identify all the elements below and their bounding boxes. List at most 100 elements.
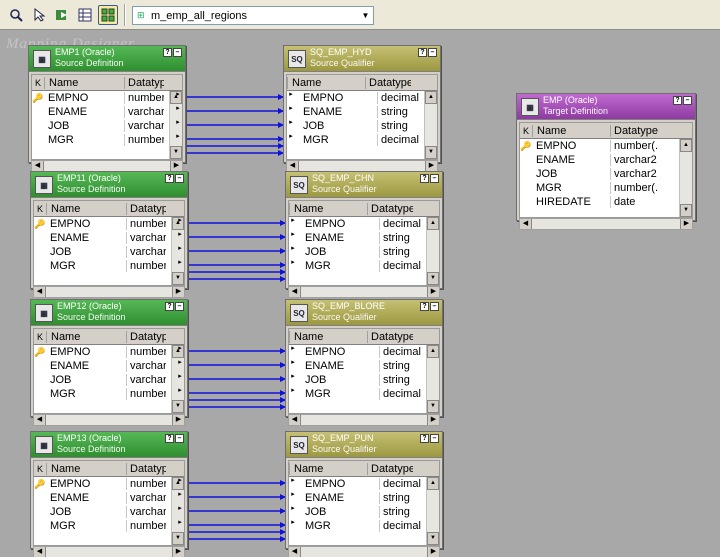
scroll-left-icon[interactable]: ◀	[289, 415, 301, 425]
port-row[interactable]: MGR decimal	[289, 259, 439, 273]
horizontal-scrollbar[interactable]: ◀ ▶	[288, 286, 440, 298]
port-arrow-icon[interactable]: ▸	[172, 89, 184, 103]
port-row[interactable]: MGR number(...	[34, 519, 184, 533]
port-arrow-icon[interactable]: ▸	[287, 371, 299, 385]
port-row[interactable]: JOB string	[289, 245, 439, 259]
help-icon[interactable]: ?	[673, 96, 682, 105]
port-grid[interactable]: KNameDatatype🔑EMPNOnumber(...ENAMEvarcha…	[31, 74, 183, 160]
scroll-left-icon[interactable]: ◀	[287, 161, 299, 171]
datatype-column-header[interactable]: Datatype	[610, 124, 658, 137]
sq-transformation[interactable]: SQ SQ_EMP_PUN Source Qualifier? – Name Dataty…	[285, 431, 443, 557]
title-bar[interactable]: SQ SQ_EMP_HYD Source Qualifier? –	[284, 46, 440, 72]
title-bar[interactable]: ▦ EMP13 (Oracle) Source Definition? –	[31, 432, 187, 458]
title-bar[interactable]: SQ SQ_EMP_PUN Source Qualifier? –	[286, 432, 442, 458]
port-arrow-icon[interactable]: ▸	[174, 475, 186, 489]
port-row[interactable]: ENAME varchar2	[34, 491, 184, 505]
port-row[interactable]: MGR number(...	[32, 133, 182, 147]
scroll-left-icon[interactable]: ◀	[34, 415, 46, 425]
chevron-down-icon[interactable]: ▼	[358, 7, 373, 24]
grid-icon[interactable]	[75, 5, 95, 25]
datatype-column-header[interactable]: Datatype	[365, 76, 411, 89]
vertical-scrollbar[interactable]: ▲ ▼	[426, 345, 439, 413]
scroll-right-icon[interactable]: ▶	[172, 415, 184, 425]
port-row[interactable]: JOB varchar2	[34, 245, 184, 259]
port-arrow-icon[interactable]: ▸	[287, 503, 299, 517]
port-row[interactable]: 🔑 EMPNO number(...	[32, 91, 182, 105]
port-arrow-icon[interactable]: ▸	[287, 517, 299, 531]
title-bar[interactable]: ▦ EMP12 (Oracle) Source Definition? –	[31, 300, 187, 326]
datatype-column-header[interactable]: Datatype	[367, 330, 413, 343]
scroll-right-icon[interactable]: ▶	[170, 161, 182, 171]
name-column-header[interactable]: Name	[46, 330, 126, 343]
src-transformation[interactable]: ▦ EMP12 (Oracle) Source Definition? – K Name D…	[30, 299, 188, 426]
port-arrow-icon[interactable]: ▸	[174, 243, 186, 257]
find-icon[interactable]	[6, 5, 26, 25]
port-grid[interactable]: Name Datatype EMPNO decimal ENAME string JOB st…	[288, 460, 440, 546]
port-arrow-icon[interactable]: ▸	[174, 357, 186, 371]
port-row[interactable]: ENAME string	[289, 231, 439, 245]
port-arrow-icon[interactable]: ▸	[285, 131, 297, 145]
datatype-column-header[interactable]: Datatype	[126, 462, 166, 475]
horizontal-scrollbar[interactable]: ◀ ▶	[288, 414, 440, 426]
port-arrow-icon[interactable]: ▸	[287, 343, 299, 357]
port-row[interactable]: ENAME varchar2	[520, 153, 692, 167]
horizontal-scrollbar[interactable]: ◀ ▶	[33, 414, 185, 426]
port-row[interactable]: JOB varchar2	[34, 505, 184, 519]
scroll-left-icon[interactable]: ◀	[289, 547, 301, 557]
port-row[interactable]: JOB varchar2	[520, 167, 692, 181]
scroll-up-icon[interactable]: ▲	[427, 345, 439, 358]
port-grid[interactable]: KNameDatatype🔑EMPNOnumber(...ENAMEvarcha…	[33, 200, 185, 286]
scroll-left-icon[interactable]: ◀	[34, 287, 46, 297]
port-row[interactable]: MGR number(...	[34, 259, 184, 273]
port-grid[interactable]: KNameDatatype🔑EMPNOnumber(...ENAMEvarcha…	[33, 328, 185, 414]
port-row[interactable]: MGR number(...	[34, 387, 184, 401]
port-row[interactable]: ENAME string	[289, 491, 439, 505]
port-arrow-icon[interactable]: ▸	[287, 243, 299, 257]
port-arrow-icon[interactable]: ▸	[174, 215, 186, 229]
port-row[interactable]: ENAME varchar2	[34, 231, 184, 245]
title-bar[interactable]: SQ SQ_EMP_BLORE Source Qualifier? –	[286, 300, 442, 326]
scroll-left-icon[interactable]: ◀	[289, 287, 301, 297]
port-row[interactable]: ENAME varchar2	[32, 105, 182, 119]
minimize-icon[interactable]: –	[430, 302, 439, 311]
name-column-header[interactable]: Name	[44, 76, 124, 89]
horizontal-scrollbar[interactable]: ◀ ▶	[288, 546, 440, 557]
port-row[interactable]: HIREDATE date	[520, 195, 692, 209]
vertical-scrollbar[interactable]: ▲ ▼	[424, 91, 437, 159]
scroll-down-icon[interactable]: ▼	[172, 272, 184, 285]
scroll-down-icon[interactable]: ▼	[427, 400, 439, 413]
sq-transformation[interactable]: SQ SQ_EMP_BLORE Source Qualifier? – Name Data…	[285, 299, 443, 426]
minimize-icon[interactable]: –	[175, 174, 184, 183]
zoom-icon[interactable]	[98, 5, 118, 25]
sq-transformation[interactable]: SQ SQ_EMP_HYD Source Qualifier? – Name Dataty…	[283, 45, 441, 172]
horizontal-scrollbar[interactable]: ◀ ▶	[33, 546, 185, 557]
port-arrow-icon[interactable]: ▸	[287, 357, 299, 371]
horizontal-scrollbar[interactable]: ◀ ▶	[33, 286, 185, 298]
name-column-header[interactable]: Name	[289, 462, 367, 475]
minimize-icon[interactable]: –	[428, 48, 437, 57]
port-arrow-icon[interactable]: ▸	[172, 103, 184, 117]
title-bar[interactable]: ▦ EMP11 (Oracle) Source Definition? –	[31, 172, 187, 198]
mapping-dropdown[interactable]: ⊞ m_emp_all_regions ▼	[132, 6, 374, 25]
name-column-header[interactable]: Name	[287, 76, 365, 89]
scroll-up-icon[interactable]: ▲	[427, 217, 439, 230]
port-row[interactable]: 🔑 EMPNO number(...	[520, 139, 692, 153]
port-row[interactable]: JOB string	[287, 119, 437, 133]
name-column-header[interactable]: Name	[532, 124, 610, 137]
datatype-column-header[interactable]: Datatype	[126, 330, 166, 343]
help-icon[interactable]: ?	[163, 48, 172, 57]
datatype-column-header[interactable]: Datatype	[126, 202, 166, 215]
port-grid[interactable]: KNameDatatype🔑EMPNOnumber(...ENAMEvarcha…	[33, 460, 185, 546]
port-arrow-icon[interactable]: ▸	[287, 475, 299, 489]
port-arrow-icon[interactable]: ▸	[174, 343, 186, 357]
port-arrow-icon[interactable]: ▸	[172, 117, 184, 131]
scroll-right-icon[interactable]: ▶	[427, 415, 439, 425]
scroll-down-icon[interactable]: ▼	[172, 532, 184, 545]
horizontal-scrollbar[interactable]: ◀ ▶	[519, 218, 693, 230]
port-arrow-icon[interactable]: ▸	[174, 385, 186, 399]
scroll-left-icon[interactable]: ◀	[32, 161, 44, 171]
scroll-right-icon[interactable]: ▶	[425, 161, 437, 171]
port-row[interactable]: MGR decimal	[289, 519, 439, 533]
port-row[interactable]: JOB varchar2	[34, 373, 184, 387]
scroll-down-icon[interactable]: ▼	[425, 146, 437, 159]
